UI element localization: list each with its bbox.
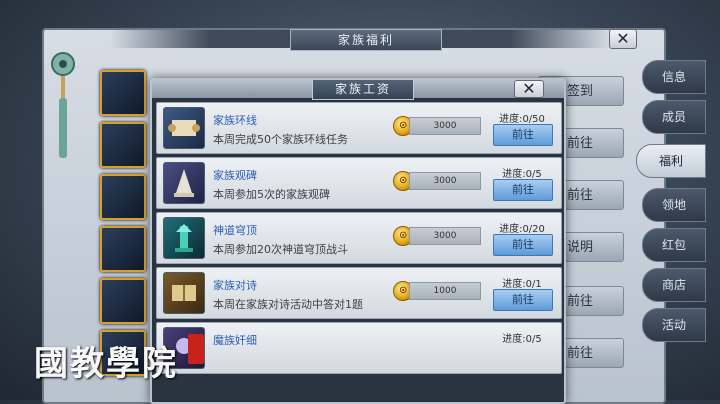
reward-amount: 3000 <box>409 117 481 135</box>
task-progress: 进度:0/1 <box>502 279 542 290</box>
tab-shop[interactable]: 商店 <box>642 268 706 302</box>
scroll-icon <box>163 107 205 149</box>
task-progress: 进度:0/5 <box>502 169 542 180</box>
task-name: 家族环线 <box>213 114 257 127</box>
tab-territory[interactable]: 领地 <box>642 188 706 222</box>
reward-amount: 3000 <box>409 227 481 245</box>
task-progress: 进度:0/50 <box>499 114 545 125</box>
poem-book-icon <box>163 272 205 314</box>
go-button[interactable]: 前往 <box>493 234 553 256</box>
category-icon-4[interactable] <box>100 226 146 272</box>
tab-info[interactable]: 信息 <box>642 60 706 94</box>
task-row: 家族对诗 本周在家族对诗活动中答对1题 ⊙ 1000 进度:0/1 前往 <box>156 267 562 319</box>
reward-amount: 1000 <box>409 282 481 300</box>
family-wage-dialog: 家族工资 ✕ 家族环线 本周完成50个家族环线任务 ⊙ 3000 进度:0/50… <box>150 78 566 404</box>
watermark-logo: 國教學院 <box>34 344 178 384</box>
reward-amount: 3000 <box>409 172 481 190</box>
go-button[interactable]: 前往 <box>493 124 553 146</box>
tower-icon <box>163 217 205 259</box>
red-seal-stamp <box>188 334 204 364</box>
task-name: 神道穹顶 <box>213 224 257 237</box>
stele-icon <box>163 162 205 204</box>
task-description: 本周参加20次神道穹顶战斗 <box>213 243 348 256</box>
task-row: 魔族奸细 进度:0/5 <box>156 322 562 374</box>
go-button[interactable]: 前往 <box>493 179 553 201</box>
task-description: 本周参加5次的家族观碑 <box>213 188 330 201</box>
task-name: 家族对诗 <box>213 279 257 292</box>
category-icon-3[interactable] <box>100 174 146 220</box>
task-name: 家族观碑 <box>213 169 257 182</box>
task-row: 家族观碑 本周参加5次的家族观碑 ⊙ 3000 进度:0/5 前往 <box>156 157 562 209</box>
category-icon-2[interactable] <box>100 122 146 168</box>
tab-members[interactable]: 成员 <box>642 100 706 134</box>
task-description: 本周完成50个家族环线任务 <box>213 133 348 146</box>
task-progress: 进度:0/5 <box>502 334 542 345</box>
family-welfare-title: 家族福利 <box>290 29 442 51</box>
task-progress: 进度:0/20 <box>499 224 545 235</box>
tab-activity[interactable]: 活动 <box>642 308 706 342</box>
go-button[interactable]: 前往 <box>493 289 553 311</box>
category-icon-5[interactable] <box>100 278 146 324</box>
category-icon-1[interactable] <box>100 70 146 116</box>
task-name: 魔族奸细 <box>213 334 257 347</box>
dialog-title: 家族工资 <box>312 80 414 100</box>
outer-close-button[interactable]: ✕ <box>609 29 637 49</box>
dialog-close-button[interactable]: ✕ <box>514 80 544 98</box>
task-description: 本周在家族对诗活动中答对1题 <box>213 298 363 311</box>
tab-red-packet[interactable]: 红包 <box>642 228 706 262</box>
task-row: 神道穹顶 本周参加20次神道穹顶战斗 ⊙ 3000 进度:0/20 前往 <box>156 212 562 264</box>
jade-pendant-icon <box>51 52 75 158</box>
tab-welfare[interactable]: 福利 <box>636 144 706 178</box>
task-row: 家族环线 本周完成50个家族环线任务 ⊙ 3000 进度:0/50 前往 <box>156 102 562 154</box>
